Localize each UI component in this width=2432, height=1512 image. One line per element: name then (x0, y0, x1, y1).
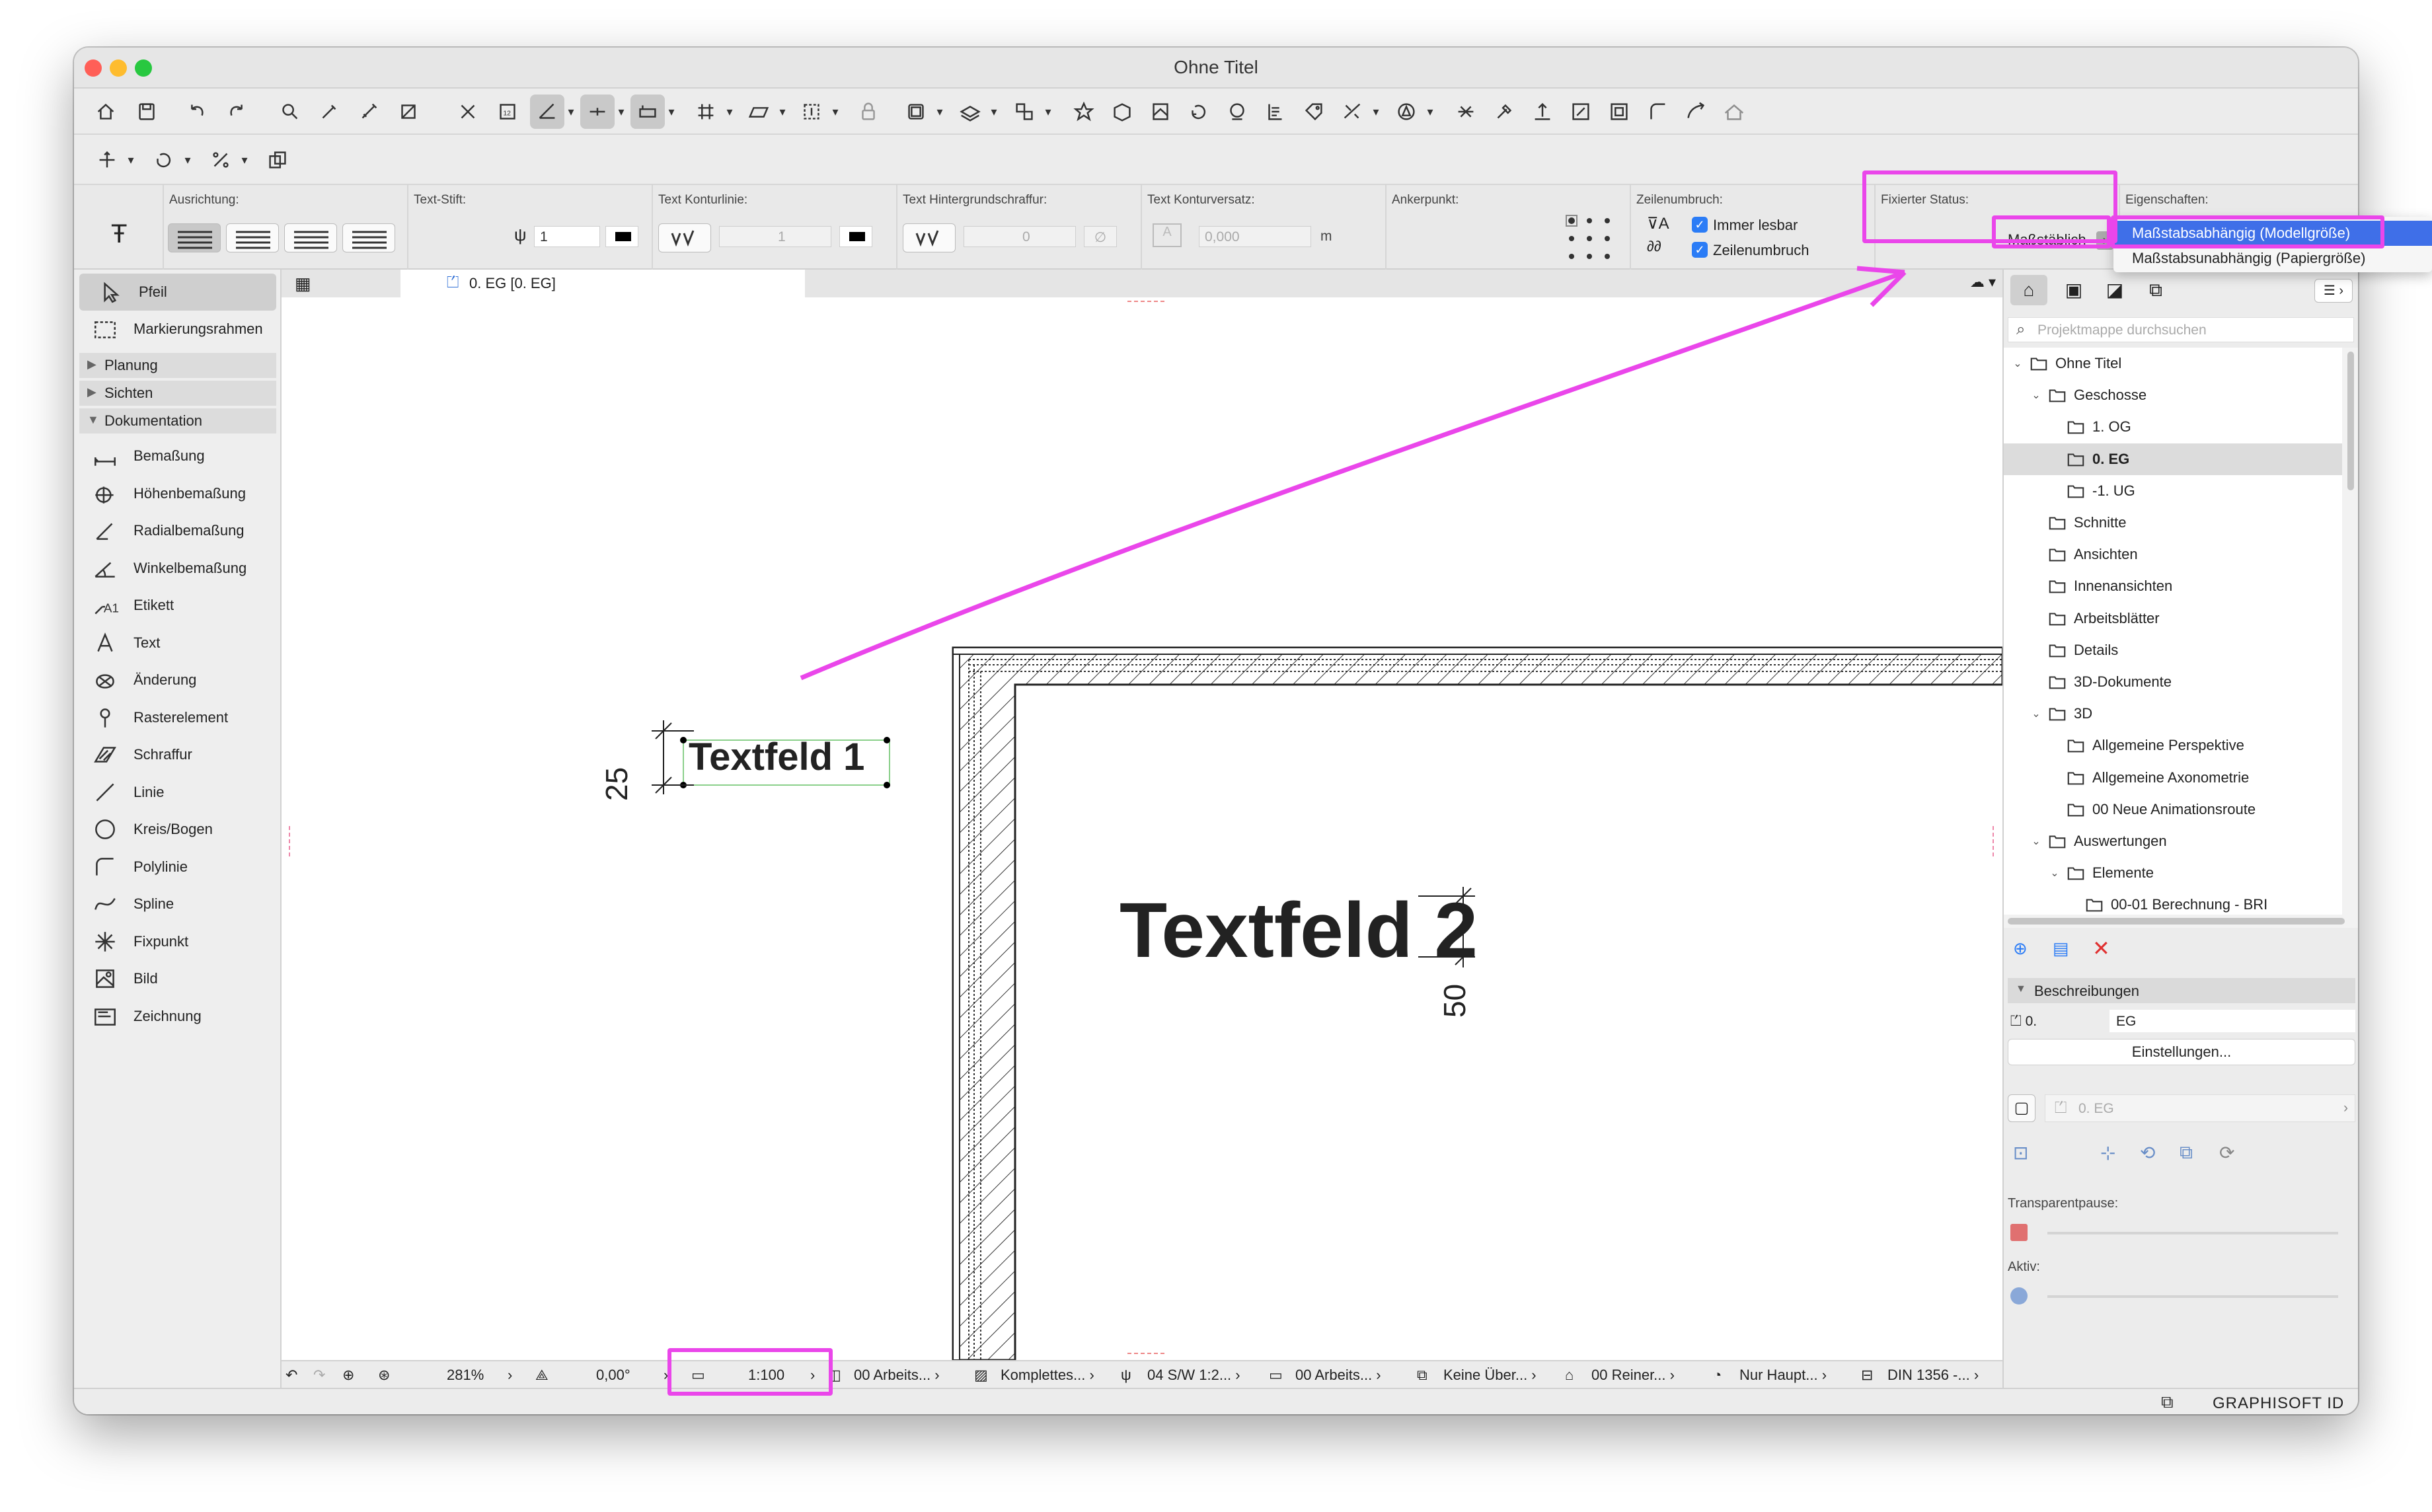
annotation-arrow (800, 266, 1907, 681)
